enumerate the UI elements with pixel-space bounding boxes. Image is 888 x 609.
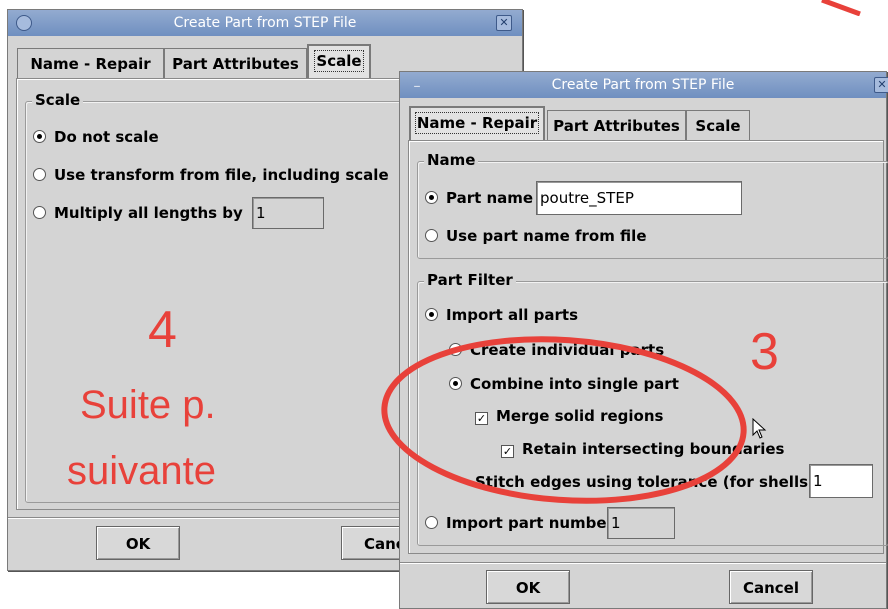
- back-dialog-titlebar[interactable]: Create Part from STEP File ✕: [8, 10, 522, 36]
- front-tab-part-attributes[interactable]: Part Attributes: [547, 110, 686, 140]
- radio-label: Import all parts: [446, 306, 579, 324]
- radio-selected-icon: [425, 191, 438, 204]
- radio-use-part-name-from-file[interactable]: Use part name from file: [425, 226, 647, 246]
- radio-label: Import part number: [446, 514, 614, 532]
- back-dialog-title: Create Part from STEP File: [173, 15, 357, 31]
- radio-label: Multiply all lengths by: [54, 204, 243, 222]
- note-line-2: suivante: [67, 449, 216, 493]
- back-ok-button[interactable]: OK: [96, 526, 180, 560]
- front-tab-scale[interactable]: Scale: [686, 110, 750, 140]
- part-name-input[interactable]: poutre_STEP: [536, 181, 742, 215]
- tab-label: Part Attributes: [553, 117, 680, 135]
- annotation-ellipse: [378, 332, 750, 508]
- annotation-stroke: [820, 0, 880, 17]
- radio-label: Use part name from file: [446, 227, 647, 245]
- radio-icon: [425, 516, 438, 529]
- note-line-1: Suite p.: [80, 383, 216, 427]
- radio-do-not-scale[interactable]: Do not scale: [33, 127, 159, 147]
- back-tab-scale[interactable]: Scale: [307, 44, 371, 78]
- radio-multiply-lengths[interactable]: Multiply all lengths by: [33, 203, 243, 223]
- radio-label: Do not scale: [54, 128, 159, 146]
- front-dialog-titlebar[interactable]: _ Create Part from STEP File ✕: [400, 72, 888, 98]
- back-tab-part-attributes[interactable]: Part Attributes: [164, 48, 307, 78]
- radio-label: Use transform from file, including scale: [54, 166, 389, 184]
- multiply-value-field[interactable]: 1: [252, 197, 324, 229]
- stitch-tolerance-input[interactable]: 1: [809, 464, 873, 498]
- radio-import-all-parts[interactable]: Import all parts: [425, 305, 578, 325]
- radio-part-name[interactable]: Part name: [425, 188, 533, 208]
- radio-selected-icon: [425, 308, 438, 321]
- tab-label: Scale: [695, 117, 741, 135]
- mouse-pointer-icon: [752, 417, 768, 440]
- front-ok-button[interactable]: OK: [486, 570, 570, 604]
- radio-import-part-number[interactable]: Import part number: [425, 513, 614, 533]
- back-tab-name-repair[interactable]: Name - Repair: [17, 48, 164, 78]
- close-icon[interactable]: ✕: [874, 77, 888, 93]
- front-cancel-button[interactable]: Cancel: [729, 570, 813, 604]
- step-four-number: 4: [148, 301, 177, 359]
- scale-group-legend: Scale: [32, 91, 84, 109]
- window-menu-icon[interactable]: [16, 15, 32, 31]
- minimize-icon[interactable]: _: [410, 74, 424, 88]
- tab-label: Scale: [314, 50, 364, 72]
- step-three-number: 3: [750, 323, 779, 381]
- tab-label: Name - Repair: [30, 55, 151, 73]
- front-dialog-title: Create Part from STEP File: [551, 77, 735, 93]
- radio-label: Part name: [446, 189, 534, 207]
- radio-selected-icon: [33, 130, 46, 143]
- front-button-separator: [400, 562, 886, 563]
- name-group-legend: Name: [424, 151, 479, 169]
- tab-label: Name - Repair: [414, 112, 540, 134]
- part-filter-legend: Part Filter: [424, 271, 516, 289]
- import-part-number-field[interactable]: 1: [607, 507, 675, 539]
- radio-use-transform[interactable]: Use transform from file, including scale: [33, 165, 389, 185]
- front-tab-name-repair[interactable]: Name - Repair: [409, 106, 545, 140]
- close-icon[interactable]: ✕: [496, 15, 512, 31]
- radio-icon: [425, 229, 438, 242]
- radio-icon: [33, 168, 46, 181]
- radio-icon: [33, 206, 46, 219]
- tab-label: Part Attributes: [172, 55, 299, 73]
